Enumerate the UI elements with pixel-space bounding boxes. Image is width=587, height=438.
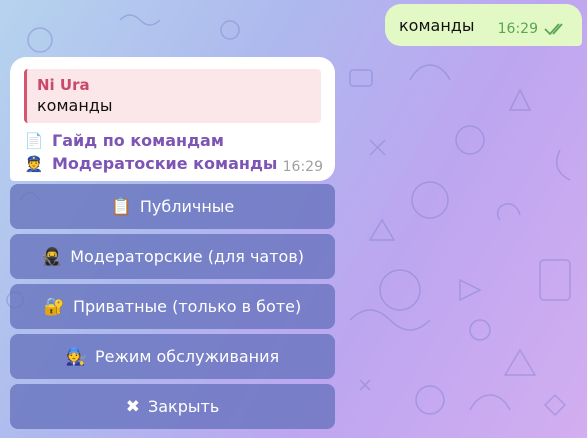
keyboard-button-private[interactable]: 🔐 Приватные (только в боте) xyxy=(10,284,335,329)
double-check-icon xyxy=(544,23,563,36)
keyboard-button-label: Закрыть xyxy=(147,397,220,416)
keyboard-button-label: Модераторские (для чатов) xyxy=(70,247,304,266)
outgoing-message-time: 16:29 xyxy=(497,21,538,37)
outgoing-message-text: команды xyxy=(399,15,475,35)
document-icon: 📄 xyxy=(24,131,44,150)
clipboard-icon: 📋 xyxy=(110,196,132,217)
keyboard-button-close[interactable]: ✖ Закрыть xyxy=(10,384,335,429)
outgoing-message[interactable]: команды 16:29 xyxy=(385,4,582,46)
keyboard-button-moderator[interactable]: 🥷 Модераторские (для чатов) xyxy=(10,234,335,279)
incoming-message[interactable]: Ni Ura команды 📄 Гайд по командам 👮 Моде… xyxy=(10,57,335,181)
link-moderator-commands-label[interactable]: Модератоские команды xyxy=(52,154,277,173)
keyboard-button-public[interactable]: 📋 Публичные xyxy=(10,184,335,229)
lock-with-key-icon: 🔐 xyxy=(43,296,65,317)
police-officer-icon: 👮 xyxy=(24,154,44,173)
link-guide-label[interactable]: Гайд по командам xyxy=(52,131,224,150)
link-moderator-commands[interactable]: 👮 Модератоские команды xyxy=(24,152,321,175)
mechanic-icon: 🧑‍🔧 xyxy=(65,346,88,367)
keyboard-button-maintenance[interactable]: 🧑‍🔧 Режим обслуживания xyxy=(10,334,335,379)
reply-text: команды xyxy=(37,96,113,115)
keyboard-button-label: Приватные (только в боте) xyxy=(72,297,302,316)
link-guide[interactable]: 📄 Гайд по командам xyxy=(24,129,321,152)
keyboard-button-label: Публичные xyxy=(139,197,235,216)
close-icon: ✖ xyxy=(125,396,140,417)
reply-author: Ni Ura xyxy=(37,76,90,94)
keyboard-button-label: Режим обслуживания xyxy=(95,347,280,366)
reply-quote[interactable]: Ni Ura команды xyxy=(24,69,321,123)
ninja-icon: 🥷 xyxy=(41,246,63,267)
incoming-message-time: 16:29 xyxy=(282,159,323,175)
